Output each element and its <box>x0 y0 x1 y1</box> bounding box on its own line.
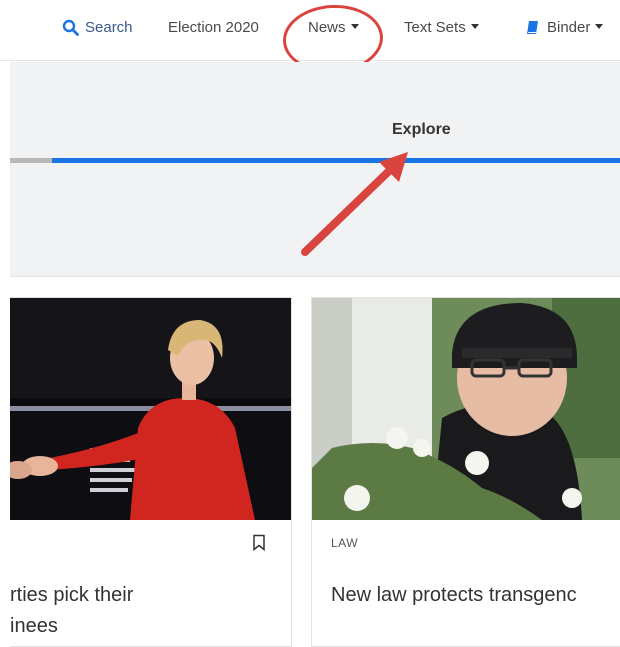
nav-search[interactable]: Search <box>62 19 133 36</box>
tab-track <box>10 158 52 163</box>
article-tag: LAW <box>331 536 359 550</box>
headline-line: inees <box>10 615 58 637</box>
article-headline[interactable]: rties pick their inees <box>10 580 133 642</box>
nav-binder-label: Binder <box>547 19 591 36</box>
nav-search-label: Search <box>85 19 133 36</box>
tab-explore[interactable]: Explore <box>392 121 451 139</box>
article-card[interactable]: LAW New law protects transgenc <box>311 297 620 647</box>
nav-text-sets[interactable]: Text Sets <box>404 19 479 36</box>
article-image <box>10 298 291 520</box>
nav-election-2020[interactable]: Election 2020 <box>168 19 259 36</box>
chevron-down-icon <box>470 24 479 29</box>
headline-line: New law protects transgenc <box>331 584 577 606</box>
chevron-down-icon <box>595 24 604 29</box>
article-image <box>312 298 620 520</box>
nav-news[interactable]: News <box>308 19 359 36</box>
tab-active-indicator <box>52 158 620 163</box>
nav-text-sets-label: Text Sets <box>404 19 466 36</box>
nav-binder[interactable]: Binder <box>526 19 604 36</box>
article-card[interactable]: rties pick their inees <box>10 297 292 647</box>
top-nav: Search Election 2020 News Text Sets Bind… <box>0 0 620 61</box>
chevron-down-icon <box>350 24 359 29</box>
article-headline[interactable]: New law protects transgenc <box>331 580 577 611</box>
hero-band <box>10 62 620 277</box>
nav-election-label: Election 2020 <box>168 19 259 36</box>
binder-icon <box>527 21 538 34</box>
bookmark-icon[interactable] <box>252 534 266 551</box>
headline-line: rties pick their <box>10 584 134 606</box>
nav-news-label: News <box>308 19 346 36</box>
search-icon <box>62 19 79 36</box>
